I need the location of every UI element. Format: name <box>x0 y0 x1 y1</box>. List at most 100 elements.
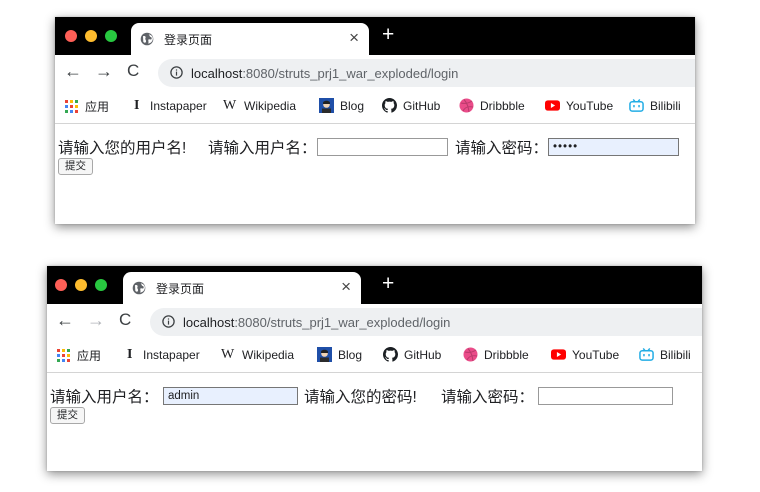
close-window-button[interactable] <box>55 279 67 291</box>
browser-tab[interactable]: 登录页面 × <box>131 23 369 55</box>
bookmark-label: Bilibili <box>660 347 691 362</box>
window-controls <box>65 30 117 42</box>
wikipedia-icon: W <box>223 98 237 113</box>
bookmark-label: Instapaper <box>150 98 207 113</box>
back-arrow-icon[interactable]: ← <box>56 309 74 331</box>
browser-window-2: 登录页面 × + ← → C localhost:8080/struts_prj… <box>47 266 702 471</box>
youtube-icon <box>551 349 566 360</box>
navigation-toolbar: ← → C localhost:8080/struts_prj1_war_exp… <box>47 304 702 338</box>
blog-avatar-icon <box>319 98 334 113</box>
username-error-text: 请输入您的用户名! <box>58 140 187 157</box>
github-icon <box>382 98 397 113</box>
bookmark-instapaper[interactable]: I Instapaper <box>134 98 207 113</box>
window-controls <box>55 279 107 291</box>
address-bar[interactable]: localhost:8080/struts_prj1_war_exploded/… <box>150 308 702 336</box>
bookmark-label: Wikipedia <box>244 98 297 113</box>
bookmark-label: Blog <box>340 98 365 113</box>
zoom-window-button[interactable] <box>105 30 117 42</box>
password-label: 请输入密码： <box>455 140 549 157</box>
bookmark-label: Dribbble <box>480 98 525 113</box>
password-error-text: 请输入您的密码! <box>304 389 417 406</box>
apps-grid-icon <box>65 100 78 113</box>
browser-window-1: 登录页面 × + ← → C localhost:8080/struts_prj… <box>55 17 695 224</box>
bookmark-label: GitHub <box>403 98 441 113</box>
bookmark-apps[interactable]: 应用 <box>56 347 101 364</box>
apps-grid-icon <box>57 349 70 362</box>
info-icon[interactable] <box>170 66 183 79</box>
tab-close-icon[interactable]: × <box>349 28 359 48</box>
info-icon[interactable] <box>162 315 175 328</box>
minimize-window-button[interactable] <box>75 279 87 291</box>
forward-arrow-icon[interactable]: → <box>87 309 105 331</box>
page-content: 请输入用户名： admin 请输入您的密码! 请输入密码： 提交 <box>47 373 702 471</box>
submit-button[interactable]: 提交 <box>58 158 93 175</box>
bookmark-wikipedia[interactable]: W Wikipedia <box>223 98 296 113</box>
username-input[interactable] <box>317 138 448 156</box>
bookmark-bilibili[interactable]: Bilibili <box>639 347 691 362</box>
url-path: :8080/struts_prj1_war_exploded/login <box>234 315 451 330</box>
back-arrow-icon[interactable]: ← <box>64 60 82 82</box>
page-content: 请输入您的用户名! 请输入用户名： 请输入密码： ••••• 提交 <box>55 124 695 224</box>
youtube-icon <box>545 100 560 111</box>
submit-button[interactable]: 提交 <box>50 407 85 424</box>
title-bar: 登录页面 × + <box>55 17 695 55</box>
zoom-window-button[interactable] <box>95 279 107 291</box>
instapaper-icon: I <box>134 98 140 113</box>
new-tab-button[interactable]: + <box>382 24 394 46</box>
bookmark-label: Dribbble <box>484 347 529 362</box>
bookmark-youtube[interactable]: YouTube <box>551 347 619 362</box>
address-bar[interactable]: localhost:8080/struts_prj1_war_exploded/… <box>158 59 695 87</box>
bookmark-label: YouTube <box>572 347 620 362</box>
username-label: 请输入用户名： <box>208 140 317 157</box>
dribbble-icon <box>459 98 474 113</box>
password-input[interactable]: ••••• <box>548 138 679 156</box>
url-text[interactable]: localhost:8080/struts_prj1_war_exploded/… <box>191 66 458 81</box>
bookmark-label: Blog <box>338 347 363 362</box>
browser-tab[interactable]: 登录页面 × <box>123 272 361 304</box>
globe-icon <box>132 281 146 295</box>
url-host: localhost <box>191 66 243 81</box>
username-label: 请输入用户名： <box>50 389 159 406</box>
forward-arrow-icon[interactable]: → <box>95 60 113 82</box>
bookmark-dribbble[interactable]: Dribbble <box>463 347 529 362</box>
bookmark-label: GitHub <box>404 347 442 362</box>
username-input[interactable]: admin <box>163 387 298 405</box>
bookmark-dribbble[interactable]: Dribbble <box>459 98 525 113</box>
bookmark-label: Wikipedia <box>242 347 295 362</box>
url-text[interactable]: localhost:8080/struts_prj1_war_exploded/… <box>183 315 450 330</box>
blog-avatar-icon <box>317 347 332 362</box>
minimize-window-button[interactable] <box>85 30 97 42</box>
reload-icon[interactable]: C <box>127 60 139 82</box>
tab-title: 登录页面 <box>164 33 213 47</box>
bookmark-label: Instapaper <box>143 347 200 362</box>
wikipedia-icon: W <box>221 347 235 362</box>
close-window-button[interactable] <box>65 30 77 42</box>
bookmark-label: Bilibili <box>650 98 681 113</box>
globe-icon <box>140 32 154 46</box>
bookmark-label: 应用 <box>77 349 102 363</box>
bookmark-wikipedia[interactable]: W Wikipedia <box>221 347 294 362</box>
bilibili-icon <box>639 347 654 361</box>
bookmarks-bar: 应用 I Instapaper W Wikipedia Blog GitHub <box>55 89 695 124</box>
dribbble-icon <box>463 347 478 362</box>
bookmark-blog[interactable]: Blog <box>319 98 364 113</box>
bookmark-bilibili[interactable]: Bilibili <box>629 98 681 113</box>
url-host: localhost <box>183 315 235 330</box>
title-bar: 登录页面 × + <box>47 266 702 304</box>
bookmark-label: YouTube <box>566 98 614 113</box>
reload-icon[interactable]: C <box>119 309 131 331</box>
bookmark-github[interactable]: GitHub <box>383 347 441 362</box>
bookmark-instapaper[interactable]: I Instapaper <box>127 347 200 362</box>
bookmark-apps[interactable]: 应用 <box>64 98 109 115</box>
bookmark-youtube[interactable]: YouTube <box>545 98 613 113</box>
bookmark-label: 应用 <box>85 100 110 114</box>
tab-close-icon[interactable]: × <box>341 277 351 297</box>
navigation-toolbar: ← → C localhost:8080/struts_prj1_war_exp… <box>55 55 695 89</box>
instapaper-icon: I <box>127 347 133 362</box>
password-label: 请输入密码： <box>441 389 535 406</box>
password-input[interactable] <box>538 387 673 405</box>
new-tab-button[interactable]: + <box>382 273 394 295</box>
bookmark-blog[interactable]: Blog <box>317 347 362 362</box>
bookmark-github[interactable]: GitHub <box>382 98 440 113</box>
bookmarks-bar: 应用 I Instapaper W Wikipedia Blog GitHub <box>47 338 702 373</box>
